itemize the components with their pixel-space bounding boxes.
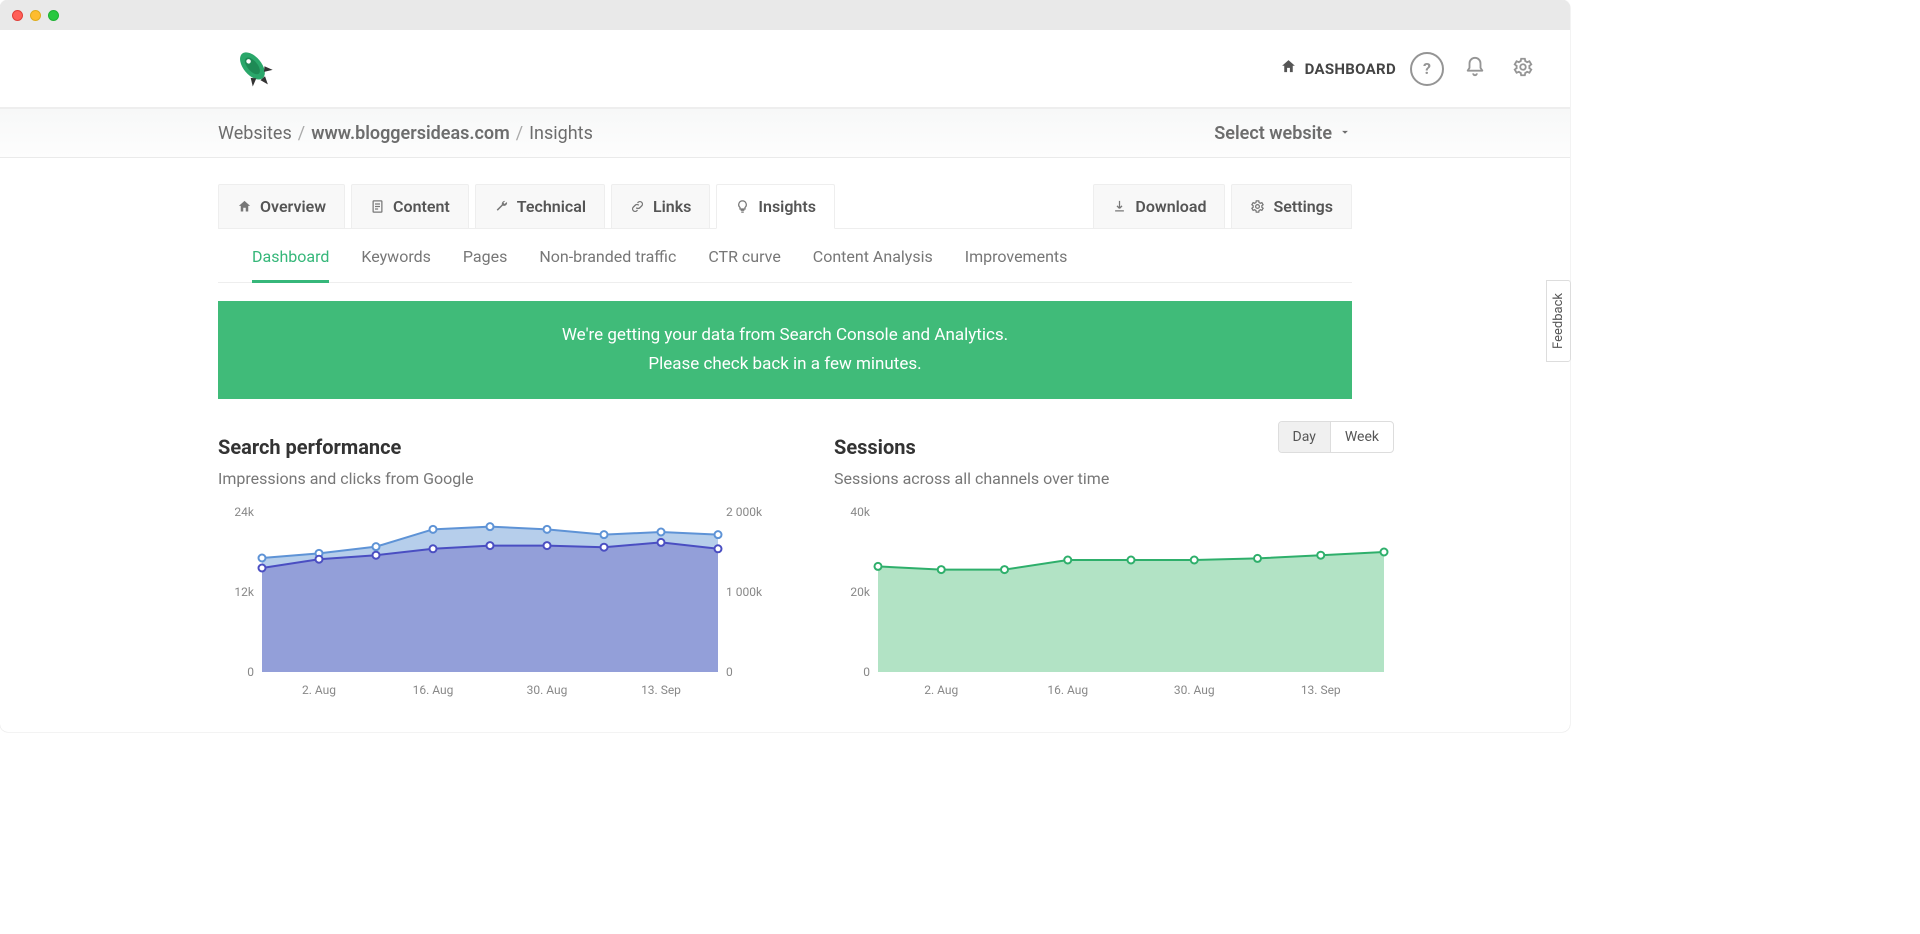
download-button[interactable]: Download bbox=[1093, 184, 1225, 228]
home-icon bbox=[237, 199, 252, 214]
select-website-dropdown[interactable]: Select website bbox=[1214, 123, 1352, 144]
svg-text:20k: 20k bbox=[850, 585, 870, 599]
svg-text:16. Aug: 16. Aug bbox=[413, 683, 454, 697]
link-icon bbox=[630, 199, 645, 214]
breadcrumb-bar: Websites / www.bloggersideas.com / Insig… bbox=[0, 108, 1570, 158]
tab-overview-label: Overview bbox=[260, 197, 326, 216]
tab-technical[interactable]: Technical bbox=[475, 184, 605, 228]
wrench-icon bbox=[494, 199, 509, 214]
subtab-dashboard[interactable]: Dashboard bbox=[252, 247, 329, 283]
subtab-ctr-curve[interactable]: CTR curve bbox=[708, 247, 780, 282]
toggle-day[interactable]: Day bbox=[1279, 422, 1330, 452]
svg-text:1 000k: 1 000k bbox=[726, 585, 763, 599]
sessions-range-toggle: Day Week bbox=[1278, 421, 1394, 453]
breadcrumb-sep: / bbox=[298, 123, 305, 144]
gear-icon bbox=[1512, 56, 1534, 82]
svg-text:2. Aug: 2. Aug bbox=[924, 683, 958, 697]
settings-header-button[interactable] bbox=[1506, 52, 1540, 86]
svg-text:13. Sep: 13. Sep bbox=[1301, 683, 1341, 697]
window-zoom-dot[interactable] bbox=[48, 10, 59, 21]
window-minimize-dot[interactable] bbox=[30, 10, 41, 21]
svg-text:30. Aug: 30. Aug bbox=[527, 683, 568, 697]
toggle-week[interactable]: Week bbox=[1330, 422, 1393, 452]
download-icon bbox=[1112, 199, 1127, 214]
app-header: DASHBOARD ? bbox=[0, 30, 1570, 108]
breadcrumb-sep: / bbox=[516, 123, 523, 144]
search-chart: 0 12k 24k 0 1 000k 2 000k 2. Aug 16. Aug 30. Aug… bbox=[218, 502, 778, 702]
select-website-label: Select website bbox=[1214, 123, 1332, 144]
secondary-tabs: Dashboard Keywords Pages Non-branded tra… bbox=[218, 229, 1352, 283]
tab-content-label: Content bbox=[393, 197, 450, 216]
tab-content[interactable]: Content bbox=[351, 184, 469, 228]
dashboard-link-label: DASHBOARD bbox=[1305, 60, 1396, 78]
subtab-content-analysis[interactable]: Content Analysis bbox=[813, 247, 933, 282]
tab-technical-label: Technical bbox=[517, 197, 586, 216]
settings-button[interactable]: Settings bbox=[1231, 184, 1352, 228]
svg-text:0: 0 bbox=[247, 665, 254, 679]
svg-text:13. Sep: 13. Sep bbox=[641, 683, 681, 697]
svg-text:0: 0 bbox=[863, 665, 870, 679]
sessions-chart: 0 20k 40k 2. Aug 16. Aug 30. Aug 13. Sep bbox=[834, 502, 1394, 702]
gear-icon bbox=[1250, 199, 1265, 214]
feedback-tab[interactable]: Feedback bbox=[1546, 280, 1571, 362]
tab-links-label: Links bbox=[653, 197, 691, 216]
breadcrumb-page: Insights bbox=[529, 123, 593, 144]
tab-insights-label: Insights bbox=[758, 197, 816, 216]
chevron-down-icon bbox=[1338, 123, 1352, 144]
search-chart-title: Search performance bbox=[218, 435, 778, 459]
tab-links[interactable]: Links bbox=[611, 184, 710, 228]
help-button[interactable]: ? bbox=[1410, 52, 1444, 86]
loading-banner: We're getting your data from Search Cons… bbox=[218, 301, 1352, 399]
window-close-dot[interactable] bbox=[12, 10, 23, 21]
search-chart-subtitle: Impressions and clicks from Google bbox=[218, 469, 778, 488]
svg-text:0: 0 bbox=[726, 665, 733, 679]
subtab-keywords[interactable]: Keywords bbox=[361, 247, 431, 282]
tab-overview[interactable]: Overview bbox=[218, 184, 345, 228]
help-icon: ? bbox=[1423, 59, 1431, 78]
download-label: Download bbox=[1135, 197, 1206, 216]
sessions-chart-subtitle: Sessions across all channels over time bbox=[834, 469, 1394, 488]
lightbulb-icon bbox=[735, 199, 750, 214]
notifications-button[interactable] bbox=[1458, 52, 1492, 86]
breadcrumb: Websites / www.bloggersideas.com / Insig… bbox=[218, 123, 593, 144]
bell-icon bbox=[1464, 56, 1486, 82]
banner-line2: Please check back in a few minutes. bbox=[248, 350, 1322, 379]
dashboard-link[interactable]: DASHBOARD bbox=[1280, 58, 1396, 79]
settings-label: Settings bbox=[1273, 197, 1333, 216]
document-icon bbox=[370, 199, 385, 214]
svg-text:2. Aug: 2. Aug bbox=[302, 683, 336, 697]
app-logo-icon bbox=[235, 47, 275, 91]
svg-text:40k: 40k bbox=[850, 505, 870, 519]
banner-line1: We're getting your data from Search Cons… bbox=[248, 321, 1322, 350]
breadcrumb-site[interactable]: www.bloggersideas.com bbox=[311, 123, 510, 144]
svg-text:30. Aug: 30. Aug bbox=[1174, 683, 1215, 697]
svg-text:2 000k: 2 000k bbox=[726, 505, 763, 519]
search-performance-panel: Search performance Impressions and click… bbox=[218, 435, 778, 702]
svg-text:24k: 24k bbox=[234, 505, 254, 519]
tab-insights[interactable]: Insights bbox=[716, 184, 835, 229]
subtab-pages[interactable]: Pages bbox=[463, 247, 507, 282]
home-icon bbox=[1280, 58, 1297, 79]
svg-text:16. Aug: 16. Aug bbox=[1047, 683, 1088, 697]
subtab-improvements[interactable]: Improvements bbox=[965, 247, 1068, 282]
sessions-panel: Sessions Day Week Sessions across all ch… bbox=[834, 435, 1394, 702]
breadcrumb-root[interactable]: Websites bbox=[218, 123, 292, 144]
svg-text:12k: 12k bbox=[234, 585, 254, 599]
subtab-non-branded[interactable]: Non-branded traffic bbox=[539, 247, 676, 282]
primary-tabs: Overview Content Technical Links Insight… bbox=[218, 158, 1352, 229]
window-titlebar bbox=[0, 0, 1570, 30]
